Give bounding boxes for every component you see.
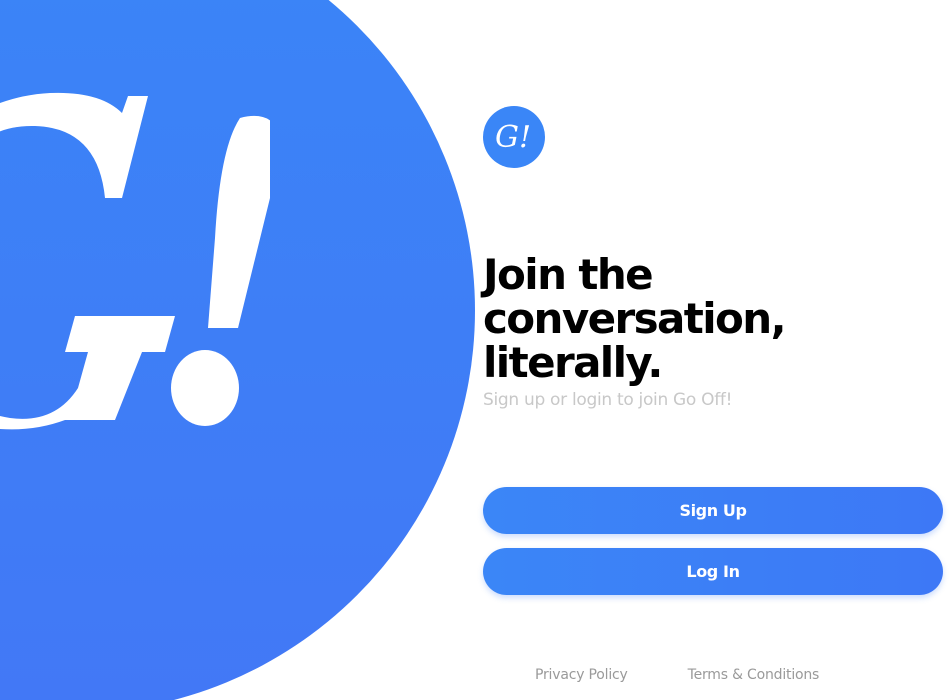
hero-circle	[0, 0, 475, 700]
subtitle: Sign up or login to join Go Off!	[483, 390, 733, 410]
log-in-button[interactable]: Log In	[483, 548, 943, 595]
headline-line-1: Join the	[483, 250, 654, 299]
sign-up-button[interactable]: Sign Up	[483, 487, 943, 534]
logo-glyph: G!	[495, 120, 531, 155]
terms-conditions-link[interactable]: Terms & Conditions	[688, 667, 820, 683]
go-off-logo-icon: G!	[483, 106, 545, 168]
svg-text:G!: G!	[495, 120, 531, 155]
headline-line-2: conversation,	[483, 294, 787, 343]
headline-line-3: literally.	[483, 338, 663, 387]
welcome-screen: G! Join the conversation, literally. Sig…	[0, 0, 950, 700]
page-headline: Join the conversation, literally.	[483, 253, 923, 385]
go-off-large-logo-icon	[0, 92, 270, 430]
footer-links: Privacy Policy Terms & Conditions	[535, 667, 819, 683]
privacy-policy-link[interactable]: Privacy Policy	[535, 667, 628, 683]
